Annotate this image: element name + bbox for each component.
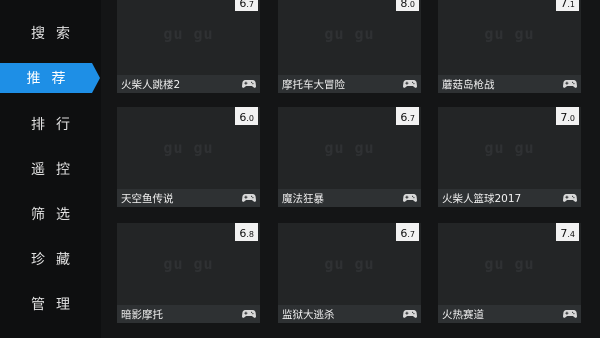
game-card[interactable]: gu gu 6.8 暗影摩托 xyxy=(117,223,260,323)
rating-decimal: .8 xyxy=(246,230,254,239)
rating-integer: 6 xyxy=(400,227,408,240)
watermark-logo: gu gu xyxy=(324,25,375,43)
gamepad-icon xyxy=(563,193,577,203)
card-caption-bar: 摩托车大冒险 xyxy=(278,75,421,93)
rating-integer: 6 xyxy=(400,111,408,124)
card-caption-bar: 蘑菇岛枪战 xyxy=(438,75,581,93)
card-caption-bar: 火柴人篮球2017 xyxy=(438,189,581,207)
watermark-logo: gu gu xyxy=(484,139,535,157)
game-card[interactable]: gu gu 7.0 火柴人篮球2017 xyxy=(438,107,581,207)
game-card[interactable]: gu gu 7.4 火热赛道 xyxy=(438,223,581,323)
card-caption-bar: 魔法狂暴 xyxy=(278,189,421,207)
watermark-logo: gu gu xyxy=(163,255,214,273)
sidebar: 搜索 推荐 排行 遥控 筛选 珍藏 管理 xyxy=(0,0,101,338)
game-card[interactable]: gu gu 6.7 火柴人跳楼2 xyxy=(117,0,260,93)
sidebar-item-remote[interactable]: 遥控 xyxy=(0,154,101,184)
game-card[interactable]: gu gu 7.1 蘑菇岛枪战 xyxy=(438,0,581,93)
sidebar-item-manage[interactable]: 管理 xyxy=(0,289,101,319)
rating-integer: 6 xyxy=(239,227,247,240)
gamepad-icon xyxy=(242,309,256,319)
sidebar-item-filter[interactable]: 筛选 xyxy=(0,199,101,229)
sidebar-item-search[interactable]: 搜索 xyxy=(0,18,101,48)
rating-badge: 7.0 xyxy=(556,107,579,125)
game-card[interactable]: gu gu 6.7 魔法狂暴 xyxy=(278,107,421,207)
watermark-logo: gu gu xyxy=(324,255,375,273)
sidebar-item-collection[interactable]: 珍藏 xyxy=(0,244,101,274)
gamepad-icon xyxy=(403,193,417,203)
rating-decimal: .0 xyxy=(246,114,254,123)
gamepad-icon xyxy=(403,309,417,319)
rating-decimal: .0 xyxy=(407,0,415,9)
watermark-logo: gu gu xyxy=(484,255,535,273)
gamepad-icon xyxy=(403,79,417,89)
watermark-logo: gu gu xyxy=(163,139,214,157)
gamepad-icon xyxy=(563,309,577,319)
watermark-logo: gu gu xyxy=(324,139,375,157)
rating-decimal: .7 xyxy=(407,114,415,123)
rating-decimal: .7 xyxy=(407,230,415,239)
game-grid: gu gu 6.7 火柴人跳楼2 gu gu 8.0 摩托车大冒险 gu gu 7.1 蘑菇岛枪… xyxy=(101,0,600,338)
watermark-logo: gu gu xyxy=(163,25,214,43)
game-title: 天空鱼传说 xyxy=(121,192,174,205)
rating-decimal: .1 xyxy=(567,0,575,9)
rating-integer: 7 xyxy=(560,227,568,240)
watermark-logo: gu gu xyxy=(484,25,535,43)
card-caption-bar: 火热赛道 xyxy=(438,305,581,323)
card-caption-bar: 天空鱼传说 xyxy=(117,189,260,207)
game-card[interactable]: gu gu 6.0 天空鱼传说 xyxy=(117,107,260,207)
rating-badge: 6.7 xyxy=(396,107,419,125)
rating-badge: 6.0 xyxy=(235,107,258,125)
card-caption-bar: 暗影摩托 xyxy=(117,305,260,323)
sidebar-item-ranking[interactable]: 排行 xyxy=(0,109,101,139)
game-card[interactable]: gu gu 8.0 摩托车大冒险 xyxy=(278,0,421,93)
rating-badge: 7.1 xyxy=(556,0,579,11)
rating-badge: 6.8 xyxy=(235,223,258,241)
sidebar-item-label: 搜索 xyxy=(31,26,81,42)
sidebar-item-label: 管理 xyxy=(31,297,81,313)
rating-integer: 7 xyxy=(560,111,568,124)
gamepad-icon xyxy=(242,193,256,203)
rating-integer: 8 xyxy=(400,0,408,10)
game-title: 火柴人跳楼2 xyxy=(121,78,181,91)
rating-badge: 6.7 xyxy=(235,0,258,11)
gamepad-icon xyxy=(242,79,256,89)
rating-decimal: .7 xyxy=(246,0,254,9)
game-title: 暗影摩托 xyxy=(121,308,163,321)
rating-badge: 7.4 xyxy=(556,223,579,241)
rating-decimal: .4 xyxy=(567,230,575,239)
game-title: 蘑菇岛枪战 xyxy=(442,78,495,91)
rating-integer: 6 xyxy=(239,0,247,10)
sidebar-item-label: 珍藏 xyxy=(31,252,81,268)
game-title: 火热赛道 xyxy=(442,308,484,321)
game-title: 监狱大逃杀 xyxy=(282,308,335,321)
sidebar-item-label: 遥控 xyxy=(31,162,81,178)
sidebar-item-recommend[interactable]: 推荐 xyxy=(0,63,100,93)
rating-badge: 8.0 xyxy=(396,0,419,11)
rating-badge: 6.7 xyxy=(396,223,419,241)
card-caption-bar: 火柴人跳楼2 xyxy=(117,75,260,93)
game-card[interactable]: gu gu 6.7 监狱大逃杀 xyxy=(278,223,421,323)
game-title: 魔法狂暴 xyxy=(282,192,324,205)
game-title: 火柴人篮球2017 xyxy=(442,192,522,205)
sidebar-item-label: 筛选 xyxy=(31,207,81,223)
card-caption-bar: 监狱大逃杀 xyxy=(278,305,421,323)
sidebar-item-label: 排行 xyxy=(31,117,81,133)
sidebar-item-label: 推荐 xyxy=(26,71,77,87)
rating-decimal: .0 xyxy=(567,114,575,123)
rating-integer: 6 xyxy=(239,111,247,124)
game-title: 摩托车大冒险 xyxy=(282,78,345,91)
gamepad-icon xyxy=(563,79,577,89)
rating-integer: 7 xyxy=(560,0,568,10)
